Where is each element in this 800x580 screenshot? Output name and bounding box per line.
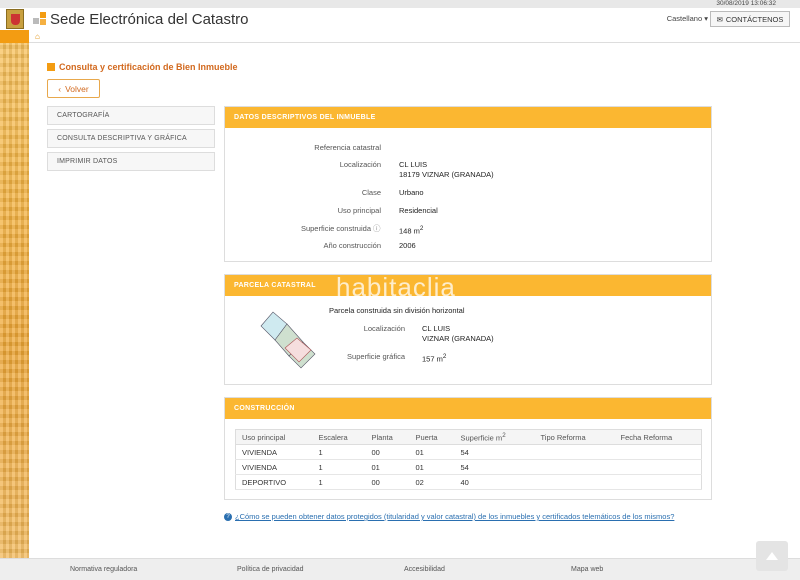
parcela-loc-line1: CL LUIS <box>422 324 451 333</box>
coat-of-arms-icon <box>6 9 24 29</box>
nav-accent-block <box>0 30 29 43</box>
cell: 00 <box>365 444 410 460</box>
clase-label: Clase <box>361 188 381 197</box>
cell <box>534 474 615 490</box>
construccion-table: Uso principal Escalera Planta Puerta Sup… <box>235 429 702 490</box>
parcela-sup-label: Superficie gráfica <box>347 352 405 361</box>
cell <box>534 444 615 460</box>
chevron-up-icon <box>766 552 778 560</box>
watermark-text: habitaclia <box>336 272 456 302</box>
loc-line1: CL LUIS <box>399 160 428 169</box>
cell: 01 <box>365 459 410 475</box>
scroll-to-top-button[interactable] <box>756 541 788 571</box>
cell: 1 <box>312 474 366 490</box>
col-fecha-reforma: Fecha Reforma <box>614 429 702 445</box>
clase-value: Urbano <box>399 188 424 197</box>
parcela-sup-value: 157 m <box>422 354 443 364</box>
table-row: VIVIENDA 1 00 01 54 <box>235 444 702 460</box>
sup-value: 148 m <box>399 226 420 236</box>
home-icon[interactable]: ⌂ <box>35 32 40 41</box>
table-header-row: Uso principal Escalera Planta Puerta Sup… <box>235 429 702 445</box>
cell <box>614 474 702 490</box>
cell: 40 <box>454 474 535 490</box>
footer-link-accesibilidad[interactable]: Accesibilidad <box>404 566 445 573</box>
parcela-loc-line2: VIZNAR (GRANADA) <box>422 334 494 343</box>
back-button[interactable]: ‹ Volver <box>47 79 100 98</box>
contact-label: CONTÁCTENOS <box>725 14 784 24</box>
language-selector[interactable]: Castellano ▾ <box>667 14 708 23</box>
parcela-panel: PARCELA CATASTRAL Parcela construida sin… <box>224 274 712 385</box>
contact-button[interactable]: ✉ CONTÁCTENOS <box>710 11 790 27</box>
help-link[interactable]: ? ¿Cómo se pueden obtener datos protegid… <box>224 512 674 521</box>
cell <box>614 444 702 460</box>
cell: VIVIENDA <box>235 444 313 460</box>
footer-link-privacidad[interactable]: Política de privacidad <box>237 566 304 573</box>
timestamp: 30/08/2019 13:06:32 <box>716 0 776 7</box>
loc-label: Localización <box>339 160 381 169</box>
cell: 00 <box>365 474 410 490</box>
col-superficie: Superficie m2 <box>454 429 535 445</box>
top-status-bar: 30/08/2019 13:06:32 <box>0 0 800 8</box>
panel-heading: DATOS DESCRIPTIVOS DEL INMUEBLE <box>225 107 711 128</box>
cell: 01 <box>409 444 455 460</box>
site-header: Sede Electrónica del Catastro Castellano… <box>0 8 800 30</box>
cell <box>534 459 615 475</box>
cell: 1 <box>312 444 366 460</box>
chevron-down-icon: ▾ <box>704 14 708 23</box>
help-link-text[interactable]: ¿Cómo se pueden obtener datos protegidos… <box>235 512 674 521</box>
document-icon <box>47 63 55 71</box>
question-icon: ? <box>224 512 232 521</box>
col-superficie-label: Superficie m <box>460 433 503 443</box>
parcela-loc-label: Localización <box>363 324 405 333</box>
col-puerta: Puerta <box>409 429 455 445</box>
panel-heading: PARCELA CATASTRAL <box>225 275 711 296</box>
side-menu-item-imprimir[interactable]: IMPRIMIR DATOS <box>47 152 215 171</box>
loc-line2: 18179 VIZNAR (GRANADA) <box>399 170 494 179</box>
anio-label: Año construcción <box>323 241 381 250</box>
site-footer: Normativa reguladora Política de privaci… <box>0 558 800 580</box>
sup-label: Superficie construida <box>300 224 371 233</box>
cell <box>614 459 702 475</box>
cell: VIVIENDA <box>235 459 313 475</box>
nav-bar: ⌂ <box>29 30 800 43</box>
uso-value: Residencial <box>399 206 438 215</box>
back-label: Volver <box>65 83 89 94</box>
side-banner-image <box>0 43 29 558</box>
col-tipo-reforma: Tipo Reforma <box>534 429 615 445</box>
panel-heading: CONSTRUCCIÓN <box>225 398 711 419</box>
chevron-left-icon: ‹ <box>58 83 62 94</box>
col-escalera: Escalera <box>312 429 366 445</box>
side-menu-item-cartografia[interactable]: CARTOGRAFÍA <box>47 106 215 125</box>
footer-link-normativa[interactable]: Normativa reguladora <box>70 566 137 573</box>
page-title-text: Consulta y certificación de Bien Inmuebl… <box>59 62 238 72</box>
col-uso: Uso principal <box>235 429 313 445</box>
parcel-map-image[interactable] <box>255 304 321 374</box>
page-title: Consulta y certificación de Bien Inmuebl… <box>47 62 238 72</box>
parcela-sup-wrap: 157 m2 <box>422 353 447 364</box>
language-label: Castellano <box>666 14 703 23</box>
table-row: VIVIENDA 1 01 01 54 <box>235 459 702 475</box>
construccion-panel: CONSTRUCCIÓN Uso principal Escalera Plan… <box>224 397 712 500</box>
cell: 1 <box>312 459 366 475</box>
site-title[interactable]: Sede Electrónica del Catastro <box>50 11 248 28</box>
sup-value-wrap: 148 m2 <box>399 225 424 236</box>
side-menu-item-consulta[interactable]: CONSULTA DESCRIPTIVA Y GRÁFICA <box>47 129 215 148</box>
parcela-subtitle: Parcela construida sin división horizont… <box>329 306 465 315</box>
cell: 54 <box>454 444 535 460</box>
catastro-logo-icon <box>33 12 47 26</box>
ref-label: Referencia catastral <box>314 143 381 152</box>
cell: DEPORTIVO <box>235 474 313 490</box>
table-row: DEPORTIVO 1 00 02 40 <box>235 474 702 490</box>
uso-label: Uso principal <box>337 206 381 215</box>
cell: 02 <box>409 474 455 490</box>
cell: 54 <box>454 459 535 475</box>
anio-value: 2006 <box>399 241 416 250</box>
col-planta: Planta <box>365 429 410 445</box>
info-icon[interactable]: ⓘ <box>373 224 381 234</box>
footer-link-mapa[interactable]: Mapa web <box>571 566 603 573</box>
datos-descriptivos-panel: DATOS DESCRIPTIVOS DEL INMUEBLE Referenc… <box>224 106 712 262</box>
cell: 01 <box>409 459 455 475</box>
side-menu: CARTOGRAFÍA CONSULTA DESCRIPTIVA Y GRÁFI… <box>47 106 215 175</box>
envelope-icon: ✉ <box>716 14 723 24</box>
